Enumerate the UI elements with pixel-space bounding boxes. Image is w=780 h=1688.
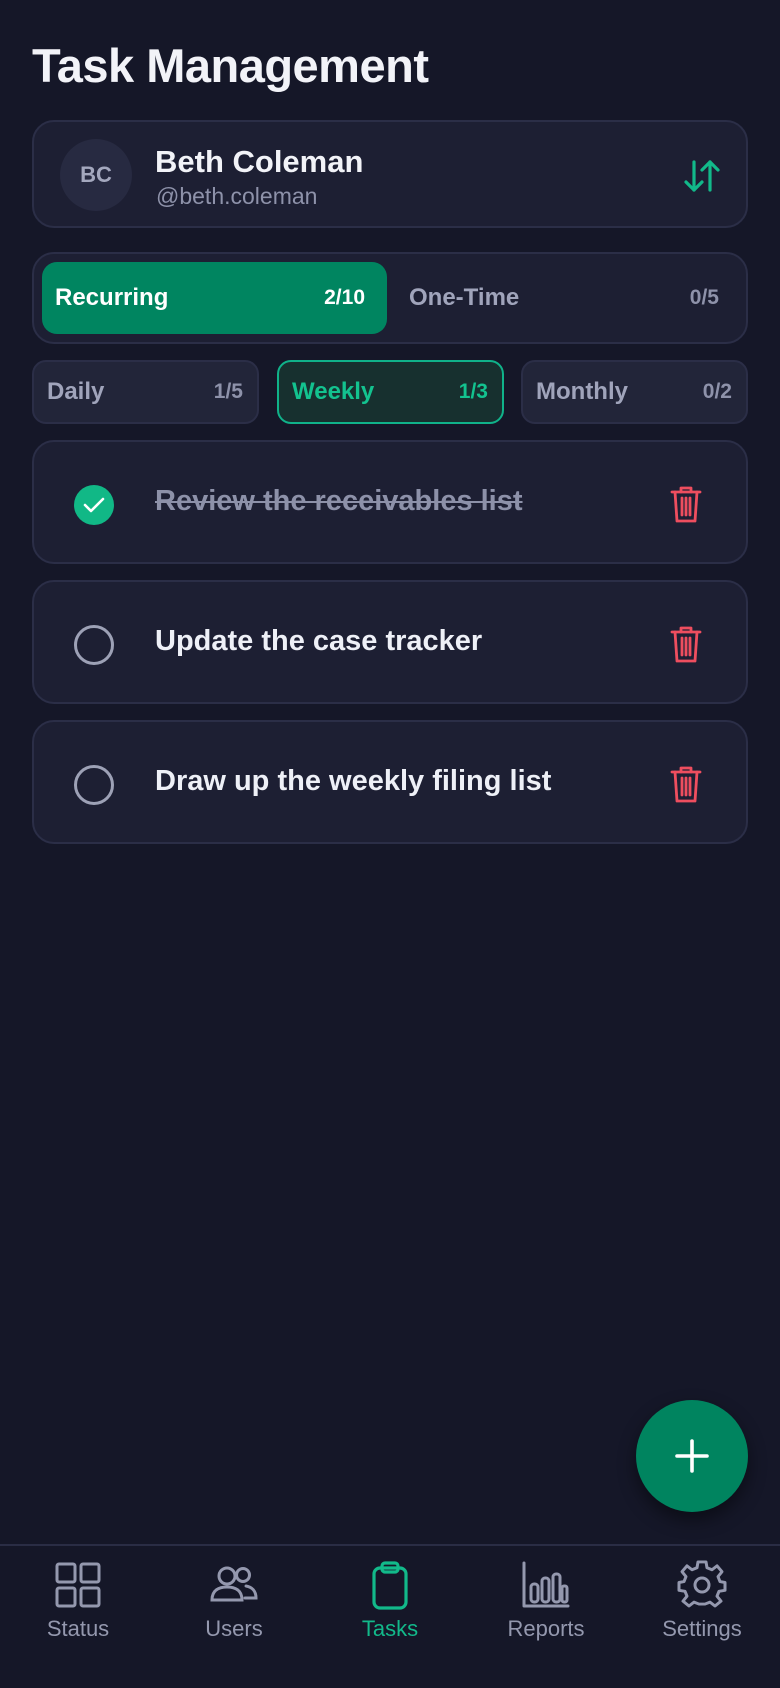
gear-icon (677, 1560, 727, 1608)
plus-icon (675, 1439, 709, 1473)
tab-label: One-Time (409, 284, 520, 311)
nav-item-settings[interactable]: Settings (624, 1560, 780, 1670)
nav-item-status[interactable]: Status (0, 1560, 156, 1670)
task-text: Draw up the weekly filing list (155, 765, 552, 797)
page-title: Task Management (32, 39, 429, 92)
add-task-button[interactable] (636, 1400, 748, 1512)
tab-count: 0/5 (689, 286, 719, 309)
task-text: Review the receivables list (155, 485, 523, 517)
task-type-tabs: Recurring 2/10 One-Time 0/5 (32, 252, 748, 344)
tab-count: 2/10 (324, 286, 365, 309)
user-name: Beth Coleman (155, 144, 364, 179)
bottom-nav: Status Users Tasks Reports Settings (0, 1544, 780, 1688)
nav-item-users[interactable]: Users (156, 1560, 312, 1670)
tab-label: Weekly (292, 378, 375, 405)
nav-label: Tasks (361, 1616, 419, 1641)
tab-count: 0/2 (702, 380, 732, 403)
task-checkbox[interactable] (74, 625, 114, 665)
nav-item-tasks[interactable]: Tasks (312, 1560, 468, 1670)
users-icon (210, 1566, 258, 1602)
task-item: Update the case tracker (32, 580, 748, 704)
sort-button[interactable] (680, 154, 724, 198)
tab-daily[interactable]: Daily 1/5 (32, 360, 259, 424)
checkmark-icon (83, 497, 105, 513)
task-text: Update the case tracker (155, 625, 483, 657)
grid-icon (55, 1562, 101, 1608)
user-card[interactable]: BC Beth Coleman @beth.coleman (32, 120, 748, 228)
tab-count: 1/5 (213, 380, 243, 403)
nav-label: Settings (662, 1616, 742, 1641)
tab-label: Recurring (55, 284, 169, 311)
tab-monthly[interactable]: Monthly 0/2 (521, 360, 748, 424)
tab-one-time[interactable]: One-Time 0/5 (394, 262, 741, 334)
clipboard-icon (372, 1561, 408, 1610)
trash-icon[interactable] (670, 764, 702, 804)
nav-label: Users (205, 1616, 263, 1641)
trash-icon[interactable] (670, 484, 702, 524)
sort-arrows-icon (684, 160, 720, 192)
nav-label: Status (46, 1616, 110, 1641)
avatar: BC (60, 139, 132, 211)
tab-label: Monthly (536, 378, 628, 405)
task-checkbox[interactable] (74, 485, 114, 525)
task-item: Review the receivables list (32, 440, 748, 564)
user-handle: @beth.coleman (156, 183, 318, 209)
task-checkbox[interactable] (74, 765, 114, 805)
trash-icon[interactable] (670, 624, 702, 664)
tab-weekly[interactable]: Weekly 1/3 (277, 360, 504, 424)
tab-label: Daily (47, 378, 105, 405)
task-management-screen: Task Management BC Beth Coleman @beth.co… (0, 0, 780, 1688)
tab-recurring[interactable]: Recurring 2/10 (42, 262, 387, 334)
task-item: Draw up the weekly filing list (32, 720, 748, 844)
bar-chart-icon (522, 1561, 570, 1608)
nav-label: Reports (507, 1616, 585, 1641)
nav-item-reports[interactable]: Reports (468, 1560, 624, 1670)
tab-count: 1/3 (458, 380, 488, 403)
